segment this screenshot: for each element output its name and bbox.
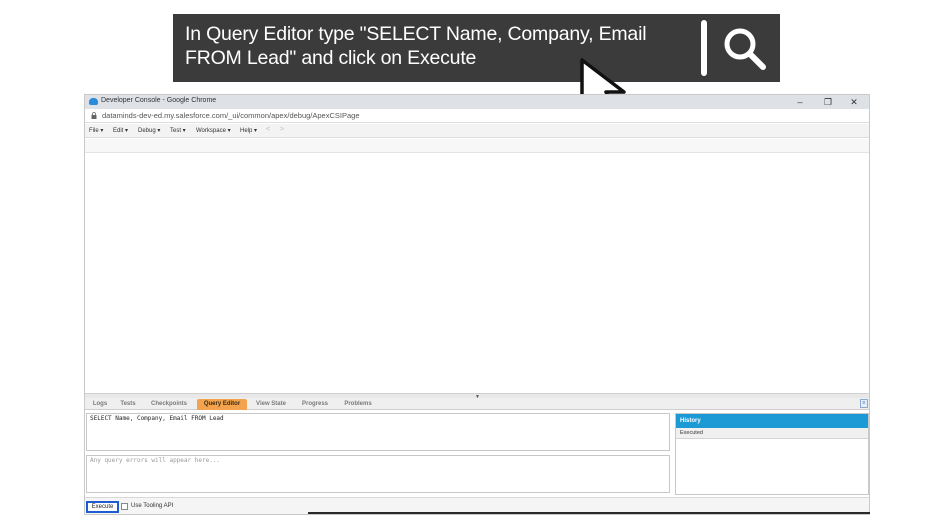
salesforce-cloud-icon <box>89 98 98 105</box>
close-button[interactable]: ✕ <box>841 95 867 109</box>
menu-file[interactable]: File ▾ <box>89 127 103 134</box>
tab-progress[interactable]: Progress <box>297 399 333 410</box>
address-bar[interactable]: dataminds-dev-ed.my.salesforce.com/_ui/c… <box>85 109 869 123</box>
menu-edit[interactable]: Edit ▾ <box>113 127 128 134</box>
query-errors-area: Any query errors will appear here... <box>86 455 670 493</box>
menu-debug[interactable]: Debug ▾ <box>138 127 160 134</box>
execute-button[interactable]: Execute <box>86 501 119 513</box>
use-tooling-api-checkbox[interactable] <box>121 503 128 510</box>
tab-view-state[interactable]: View State <box>251 399 291 410</box>
forward-arrow-icon[interactable]: > <box>280 126 284 133</box>
banner-divider <box>701 20 707 76</box>
minimize-button[interactable]: – <box>787 95 813 109</box>
panel-menu-icon[interactable]: ≡ <box>860 399 868 408</box>
code-editor-area[interactable] <box>85 153 869 393</box>
tab-logs[interactable]: Logs <box>89 399 111 410</box>
editor-tab-strip <box>85 139 869 153</box>
tab-checkpoints[interactable]: Checkpoints <box>145 399 193 410</box>
bottom-divider-line <box>308 512 870 514</box>
page-url[interactable]: dataminds-dev-ed.my.salesforce.com/_ui/c… <box>102 111 360 120</box>
menu-workspace[interactable]: Workspace ▾ <box>196 127 231 134</box>
tab-problems[interactable]: Problems <box>339 399 377 410</box>
search-icon <box>724 28 766 70</box>
lock-icon <box>91 112 97 119</box>
history-column-executed[interactable]: Executed <box>676 428 868 439</box>
menu-help[interactable]: Help ▾ <box>240 127 257 134</box>
history-panel: History Executed <box>675 413 869 495</box>
tab-tests[interactable]: Tests <box>115 399 141 410</box>
query-input[interactable]: SELECT Name, Company, Email FROM Lead <box>86 413 670 451</box>
instruction-banner: In Query Editor type "SELECT Name, Compa… <box>173 14 780 82</box>
menu-test[interactable]: Test ▾ <box>170 127 186 134</box>
console-menubar: File ▾ Edit ▾ Debug ▾ Test ▾ Workspace ▾… <box>85 124 869 138</box>
history-title: History <box>676 414 868 428</box>
tab-query-editor[interactable]: Query Editor <box>197 399 247 410</box>
window-title: Developer Console - Google Chrome <box>101 97 217 104</box>
maximize-button[interactable]: ❐ <box>815 95 841 109</box>
tutorial-screenshot: In Query Editor type "SELECT Name, Compa… <box>0 0 940 529</box>
window-titlebar: Developer Console - Google Chrome – ❐ ✕ <box>85 95 869 109</box>
browser-window: Developer Console - Google Chrome – ❐ ✕ … <box>84 94 870 515</box>
use-tooling-api-label: Use Tooling API <box>131 503 174 509</box>
back-arrow-icon[interactable]: < <box>266 126 270 133</box>
bottom-panel-tabs: Logs Tests Checkpoints Query Editor View… <box>85 398 869 410</box>
